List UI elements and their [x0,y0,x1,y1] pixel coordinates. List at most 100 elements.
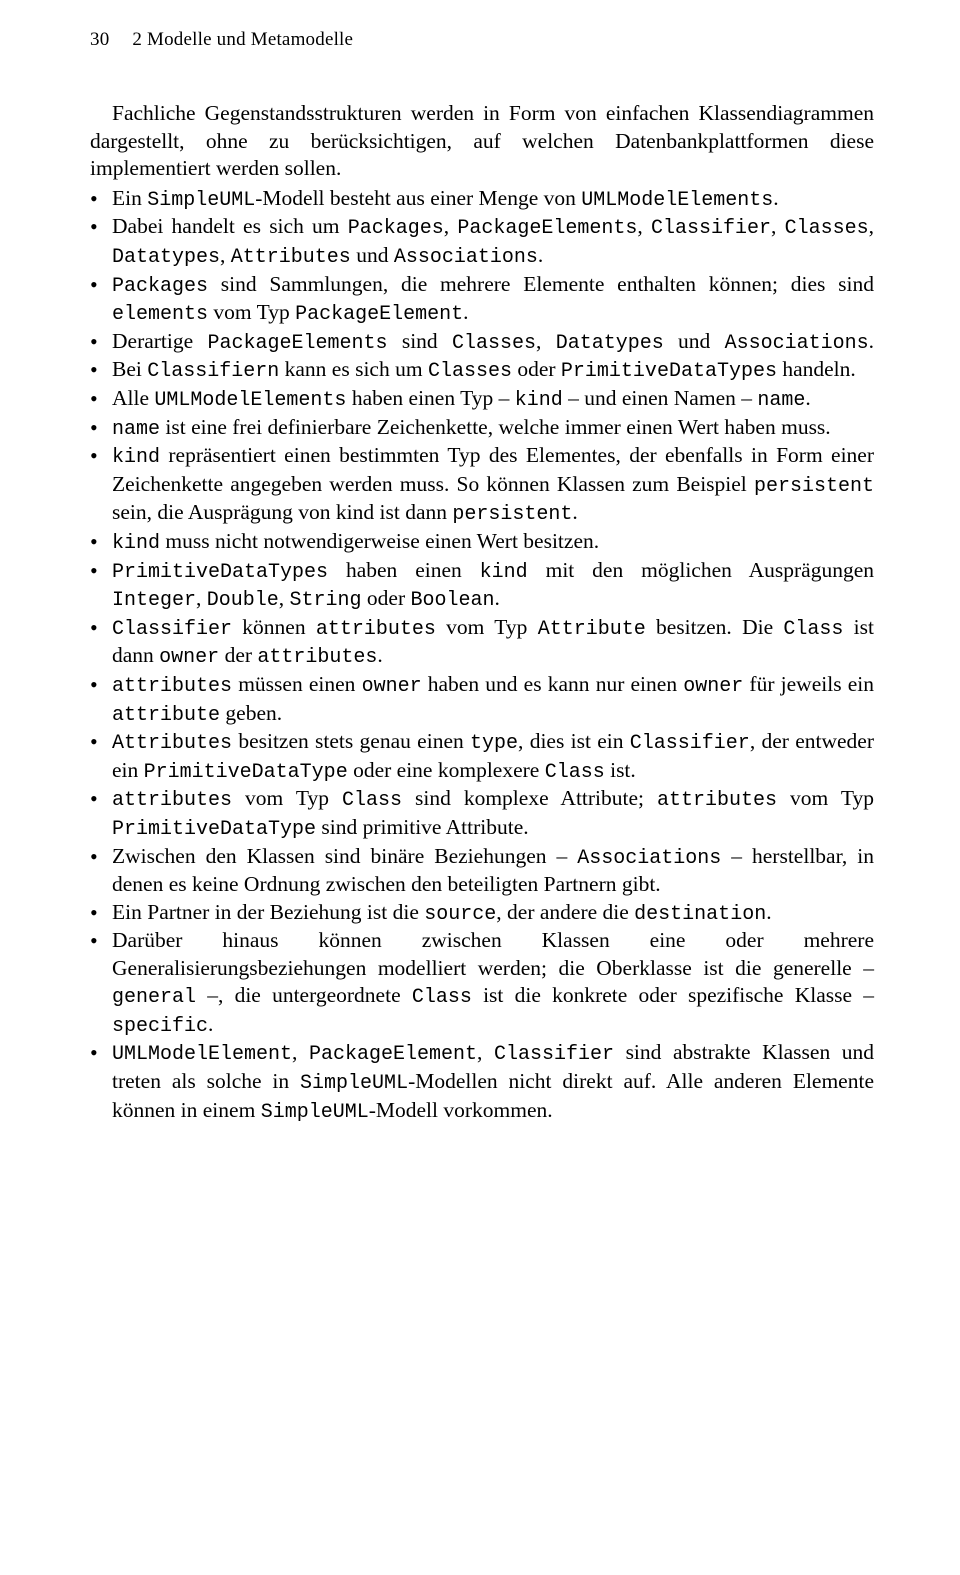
list-item: attributes müssen einen owner haben und … [90,671,874,728]
code-span: Classifier [630,732,750,755]
text-span: muss nicht notwendigerweise einen Wert b… [160,529,599,553]
text-span: Bei [112,357,147,381]
code-span: kind [112,446,160,469]
text-span: . [773,186,778,210]
code-span: elements [112,303,208,326]
code-span: Datatypes [112,246,220,269]
text-span: -Modell besteht aus einer Menge von [255,186,581,210]
page-header: 30 2 Modelle und Metamodelle [90,28,874,52]
text-span: , dies ist ein [518,729,630,753]
text-span: vom Typ [777,786,874,810]
text-span: . [538,243,543,267]
text-span: sind Sammlungen, die mehrere Elemente en… [208,272,874,296]
text-span: vom Typ [436,615,538,639]
code-span: Associations [577,847,721,870]
code-span: Classifiern [147,360,279,383]
code-span: name [112,418,160,441]
text-span: ist die konkrete oder spezifische Klasse… [472,983,874,1007]
code-span: Classifier [494,1043,614,1066]
code-span: String [290,589,362,612]
text-span: Alle [112,386,154,410]
code-span: Classes [785,217,869,240]
text-span: vom Typ [208,300,295,324]
list-item: Alle UMLModelElements haben einen Typ – … [90,385,874,414]
list-item: Darüber hinaus können zwischen Klassen e… [90,927,874,1039]
text-span: sind primitive Attribute. [316,815,529,839]
code-span: kind [112,532,160,555]
text-span: Dabei handelt es sich um [112,214,348,238]
code-span: PrimitiveDataTypes [561,360,777,383]
text-span: oder [512,357,561,381]
code-span: Boolean [411,589,495,612]
code-span: attributes [316,618,436,641]
text-span: sind komplexe Attribute; [402,786,657,810]
text-span: , [444,214,458,238]
code-span: PrimitiveDataType [144,761,348,784]
code-span: owner [362,675,422,698]
text-span: . [572,500,577,524]
text-span: für jeweils ein [743,672,874,696]
code-span: name [757,389,805,412]
code-span: attributes [112,789,232,812]
list-item: Derartige PackageElements sind Classes, … [90,328,874,357]
text-span: . [805,386,810,410]
text-span: Ein [112,186,147,210]
code-span: Attributes [112,732,232,755]
text-span: . [495,586,500,610]
code-span: Classifier [651,217,771,240]
text-span: -Modell vorkommen. [369,1098,553,1122]
code-span: PackageElement [309,1043,477,1066]
intro-paragraph: Fachliche Gegenstandsstrukturen werden i… [90,100,874,183]
text-span: , [196,586,207,610]
text-span: , [536,329,556,353]
text-span: vom Typ [232,786,342,810]
code-span: Class [783,618,843,641]
code-span: persistent [754,475,874,498]
text-span: , [869,214,874,238]
code-span: attributes [112,675,232,698]
text-span: und [351,243,394,267]
text-span: ist eine frei definierbare Zeichenkette,… [160,415,831,439]
code-span: PackageElements [207,332,387,355]
text-span: , [771,214,785,238]
text-span: , [292,1040,309,1064]
text-span: haben einen Typ – [346,386,514,410]
list-item: kind repräsentiert einen bestimmten Typ … [90,442,874,528]
text-span: geben. [220,701,282,725]
text-span: . [869,329,874,353]
text-span: mit den möglichen Ausprägungen [528,558,874,582]
code-span: SimpleUML [300,1072,408,1095]
list-item: Packages sind Sammlungen, die mehrere El… [90,271,874,328]
list-item: Classifier können attributes vom Typ Att… [90,614,874,671]
code-span: attributes [257,646,377,669]
code-span: PrimitiveDataType [112,818,316,841]
page-number: 30 [90,29,109,50]
list-item: Attributes besitzen stets genau einen ty… [90,728,874,785]
text-span: der [219,643,257,667]
code-span: Packages [112,275,208,298]
list-item: Zwischen den Klassen sind binäre Beziehu… [90,843,874,899]
text-span: , [279,586,290,610]
list-item: UMLModelElement, PackageElement, Classif… [90,1039,874,1125]
text-span: haben und es kann nur einen [422,672,684,696]
code-span: kind [515,389,563,412]
code-span: PrimitiveDataTypes [112,561,328,584]
code-span: Integer [112,589,196,612]
text-span: und [664,329,725,353]
text-span: . [208,1012,213,1036]
list-item: Dabei handelt es sich um Packages, Packa… [90,213,874,270]
text-span: Zwischen den Klassen sind binäre Beziehu… [112,844,577,868]
code-span: Classes [452,332,536,355]
text-span: , [220,243,231,267]
code-span: owner [683,675,743,698]
list-item: kind muss nicht notwendigerweise einen W… [90,528,874,557]
code-span: SimpleUML [261,1101,369,1124]
code-span: type [470,732,518,755]
text-span: –, die untergeordnete [196,983,412,1007]
text-span: Ein Partner in der Beziehung ist die [112,900,424,924]
text-span: Derartige [112,329,207,353]
text-span: haben einen [328,558,480,582]
code-span: UMLModelElements [581,189,773,212]
text-span: müssen einen [232,672,362,696]
code-span: persistent [452,503,572,526]
